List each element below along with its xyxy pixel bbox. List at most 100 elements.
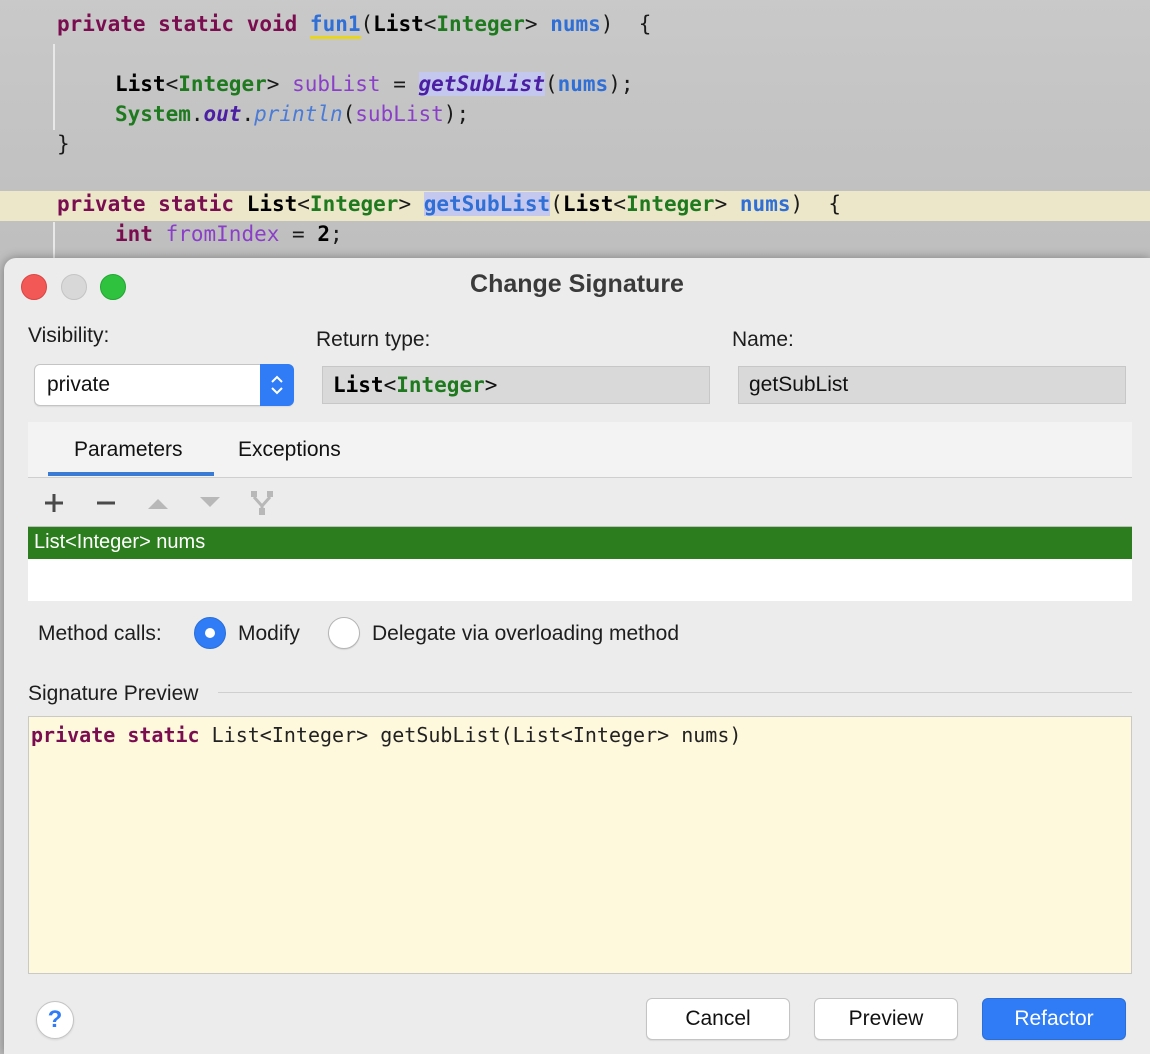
- arg: subList: [355, 102, 444, 126]
- select-arrows-icon: [260, 364, 294, 406]
- return-type-field[interactable]: List<Integer>: [322, 366, 710, 404]
- signature-preview-box: private static List<Integer> getSubList(…: [28, 716, 1132, 974]
- propagate-icon[interactable]: [247, 488, 277, 518]
- punct: =: [279, 222, 318, 246]
- punct: .: [241, 102, 255, 126]
- parameters-toolbar: [28, 480, 1132, 526]
- code-line-1: private static void fun1(List<Integer> n…: [57, 12, 652, 39]
- punct: ;: [329, 222, 343, 246]
- name-label: Name:: [732, 328, 794, 351]
- code-line-4: }: [57, 132, 70, 156]
- punct: <: [383, 373, 397, 397]
- punct: (: [342, 102, 356, 126]
- code-line-2: List<Integer> subList = getSubList(nums)…: [115, 72, 633, 96]
- keyword: private: [57, 192, 146, 216]
- active-tab-indicator: [48, 472, 214, 476]
- generic-type: Integer: [436, 12, 525, 36]
- method-calls-label: Method calls:: [38, 622, 162, 645]
- tab-bar: Parameters Exceptions: [28, 422, 1132, 478]
- help-button[interactable]: ?: [36, 1001, 74, 1039]
- method-call: println: [254, 102, 343, 126]
- class-name: System: [115, 102, 191, 126]
- static-field: out: [203, 102, 242, 126]
- modify-radio[interactable]: [194, 617, 226, 649]
- punct: (: [360, 12, 374, 36]
- method-call: getSubList: [418, 72, 545, 96]
- parameter-cell: List<Integer> nums: [34, 531, 206, 553]
- name-value: getSubList: [749, 373, 849, 396]
- punct: ) {: [790, 192, 842, 216]
- name-field[interactable]: getSubList: [738, 366, 1126, 404]
- punct: .: [190, 102, 204, 126]
- punct: >: [266, 72, 280, 96]
- tab-parameters[interactable]: Parameters: [74, 438, 183, 462]
- signature-preview-label: Signature Preview: [28, 682, 199, 705]
- delegate-radio-label[interactable]: Delegate via overloading method: [372, 622, 679, 646]
- type: List: [333, 373, 384, 397]
- type: List: [115, 72, 166, 96]
- keyword: private: [57, 12, 146, 36]
- modify-radio-label[interactable]: Modify: [238, 622, 300, 646]
- cancel-button[interactable]: Cancel: [646, 998, 790, 1040]
- dialog-title: Change Signature: [470, 270, 684, 298]
- method-name: getSubList: [423, 192, 551, 216]
- arg: nums: [557, 72, 609, 96]
- generic-type: Integer: [178, 72, 267, 96]
- parameters-table: List<Integer> nums: [28, 526, 1132, 601]
- method-name: fun1: [309, 12, 361, 39]
- punct: >: [398, 192, 412, 216]
- visibility-value: private: [47, 373, 111, 396]
- param: nums: [550, 12, 601, 36]
- remove-icon[interactable]: [91, 488, 121, 518]
- generic-type: Integer: [626, 192, 715, 216]
- punct: <: [423, 12, 437, 36]
- move-up-icon[interactable]: [143, 488, 173, 518]
- type: List: [246, 192, 298, 216]
- variable: fromIndex: [165, 222, 280, 246]
- punct: <: [297, 192, 310, 216]
- code-line-5: private static List<Integer> getSubList(…: [57, 192, 841, 216]
- signature-preview-text: private static List<Integer> getSubList(…: [31, 723, 741, 747]
- generic-type: Integer: [396, 373, 485, 397]
- code-line-3: System.out.println(subList);: [115, 102, 469, 126]
- generic-type: Integer: [309, 192, 399, 216]
- table-row[interactable]: List<Integer> nums: [28, 527, 1132, 559]
- code-line-6: int fromIndex = 2;: [115, 222, 343, 246]
- punct: >: [524, 12, 538, 36]
- return-type-value: List<Integer>: [333, 373, 497, 397]
- punct: <: [613, 192, 627, 216]
- code-editor: private static void fun1(List<Integer> n…: [0, 0, 1150, 270]
- number: 2: [317, 222, 330, 246]
- variable: subList: [292, 72, 381, 96]
- punct: >: [484, 373, 498, 397]
- punct: <: [165, 72, 179, 96]
- indent-guide: [53, 44, 55, 130]
- tab-exceptions[interactable]: Exceptions: [238, 438, 341, 462]
- keyword: void: [246, 12, 298, 36]
- keyword: static: [158, 192, 235, 216]
- punct: >: [714, 192, 728, 216]
- delegate-radio[interactable]: [328, 617, 360, 649]
- param: nums: [739, 192, 791, 216]
- keyword: private static: [31, 723, 200, 747]
- punct: ) {: [600, 12, 652, 36]
- type: List: [373, 12, 424, 36]
- divider: [218, 692, 1132, 693]
- punct: (: [544, 72, 558, 96]
- return-type-label: Return type:: [316, 328, 431, 351]
- type: List: [562, 192, 614, 216]
- signature-rest: List<Integer> getSubList(List<Integer> n…: [199, 723, 742, 747]
- refactor-button[interactable]: Refactor: [982, 998, 1126, 1040]
- preview-button[interactable]: Preview: [814, 998, 958, 1040]
- visibility-label: Visibility:: [28, 324, 110, 347]
- change-signature-dialog: Change Signature Visibility: Return type…: [4, 258, 1150, 1054]
- punct: =: [380, 72, 419, 96]
- keyword: static: [158, 12, 235, 36]
- add-icon[interactable]: [39, 488, 69, 518]
- visibility-select[interactable]: private: [34, 364, 294, 406]
- punct: (: [550, 192, 563, 216]
- punct: );: [608, 72, 634, 96]
- keyword: int: [115, 222, 153, 246]
- punct: );: [443, 102, 470, 126]
- move-down-icon[interactable]: [195, 488, 225, 518]
